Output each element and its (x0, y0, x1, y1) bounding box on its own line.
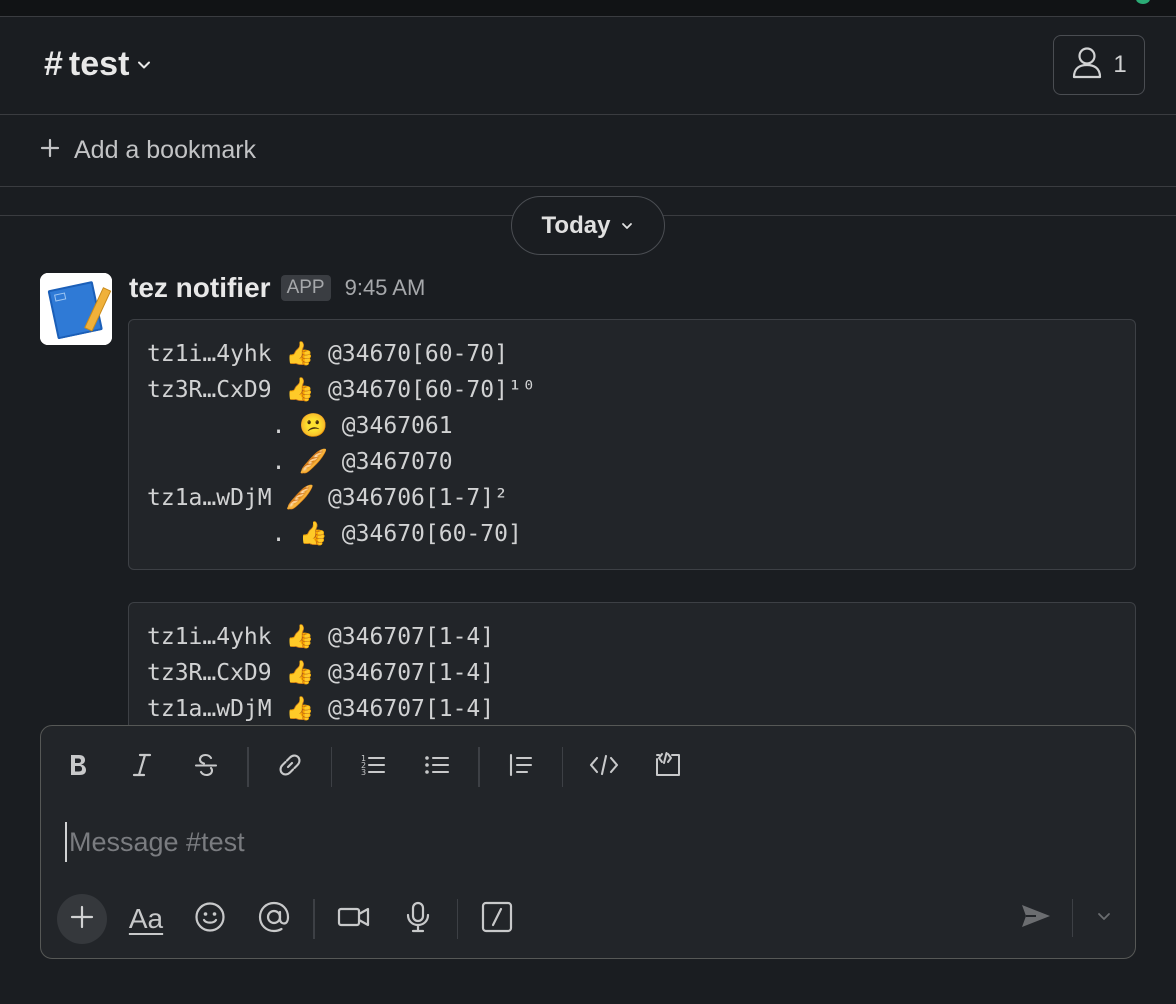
code-line: . 👍 @34670[60-70] (147, 521, 522, 547)
italic-icon (131, 752, 153, 783)
date-divider-label: Today (541, 211, 611, 239)
message-timestamp[interactable]: 9:45 AM (345, 275, 426, 301)
code-line: tz1a…wDjM 🥖 @346706[1-7]² (147, 485, 508, 511)
channel-name: test (68, 45, 130, 83)
blockquote-icon (507, 751, 535, 784)
bookmarks-bar: Add a bookmark (0, 116, 1176, 187)
bulleted-list-button[interactable] (414, 744, 460, 790)
video-clip-button[interactable] (329, 894, 379, 944)
formatting-toolbar: 123 (55, 744, 709, 790)
message-composer: 123 Message #test Aa (40, 725, 1136, 959)
avatar[interactable] (40, 273, 112, 345)
italic-button[interactable] (119, 744, 165, 790)
code-block: tz1i…4yhk 👍 @346707[1-4] tz3R…CxD9 👍 @346… (128, 602, 1136, 742)
channel-name-button[interactable]: # test (44, 45, 153, 84)
code-line: tz1a…wDjM 👍 @346707[1-4] (147, 696, 495, 722)
strikethrough-button[interactable] (183, 744, 229, 790)
code-block-button[interactable] (645, 744, 691, 790)
bold-icon (66, 752, 90, 783)
sender-name[interactable]: tez notifier (129, 272, 271, 304)
slash-command-icon (481, 901, 513, 938)
window-top-bar (0, 0, 1176, 17)
shortcuts-button[interactable] (472, 894, 522, 944)
link-icon (276, 751, 304, 784)
attach-button[interactable] (57, 894, 107, 944)
send-button[interactable] (1016, 898, 1056, 938)
chevron-down-icon (1096, 908, 1112, 929)
status-dot (1136, 0, 1150, 4)
svg-text:3: 3 (361, 768, 366, 777)
bold-button[interactable] (55, 744, 101, 790)
link-button[interactable] (267, 744, 313, 790)
toolbar-separator (456, 899, 458, 939)
code-button[interactable] (581, 744, 627, 790)
strikethrough-icon (193, 752, 219, 783)
members-button[interactable]: 1 (1053, 35, 1145, 95)
bulleted-list-icon (423, 751, 451, 784)
add-bookmark-label: Add a bookmark (74, 136, 257, 164)
send-area (1016, 898, 1119, 938)
code-line: tz3R…CxD9 👍 @346707[1-4] (147, 660, 495, 686)
send-icon (1020, 902, 1052, 935)
ordered-list-button[interactable]: 123 (350, 744, 396, 790)
date-divider-button[interactable]: Today (511, 196, 665, 255)
code-icon (589, 752, 619, 783)
chevron-down-icon (620, 212, 634, 240)
channel-header: # test 1 (0, 17, 1176, 115)
emoji-button[interactable] (185, 894, 235, 944)
blockquote-button[interactable] (498, 744, 544, 790)
plus-icon (40, 136, 60, 165)
code-line: . 😕 @3467061 (147, 413, 453, 439)
ordered-list-icon: 123 (359, 751, 387, 784)
toolbar-separator (330, 747, 332, 787)
formatting-toggle-button[interactable]: Aa (121, 894, 171, 944)
code-block-icon (653, 751, 683, 784)
message-input[interactable] (65, 822, 1105, 862)
code-line: tz1i…4yhk 👍 @346707[1-4] (147, 624, 495, 650)
emoji-icon (194, 901, 226, 938)
toolbar-separator (313, 899, 315, 939)
member-count: 1 (1113, 51, 1127, 78)
toolbar-separator (247, 747, 249, 787)
code-line: tz1i…4yhk 👍 @34670[60-70] (147, 341, 508, 367)
toolbar-separator (478, 747, 480, 787)
add-bookmark-button[interactable]: Add a bookmark (40, 136, 256, 165)
app-badge: APP (280, 275, 331, 301)
composer-actions: Aa (57, 894, 536, 944)
code-block: tz1i…4yhk 👍 @34670[60-70] tz3R…CxD9 👍 @34… (128, 319, 1136, 570)
mention-icon (257, 900, 291, 939)
message-header: tez notifier APP 9:45 AM (129, 272, 425, 304)
person-icon (1071, 45, 1103, 86)
code-line: . 🥖 @3467070 (147, 449, 453, 475)
audio-clip-button[interactable] (393, 894, 443, 944)
plus-icon (69, 904, 95, 935)
microphone-icon (404, 901, 432, 938)
video-icon (337, 904, 371, 935)
mention-button[interactable] (249, 894, 299, 944)
channel-hash: # (44, 45, 63, 83)
toolbar-separator (561, 747, 563, 787)
schedule-send-dropdown[interactable] (1089, 898, 1119, 938)
code-line: tz3R…CxD9 👍 @34670[60-70]¹⁰ (147, 377, 536, 403)
format-label: Aa (128, 903, 164, 934)
send-separator (1072, 899, 1073, 937)
chevron-down-icon (135, 56, 153, 74)
